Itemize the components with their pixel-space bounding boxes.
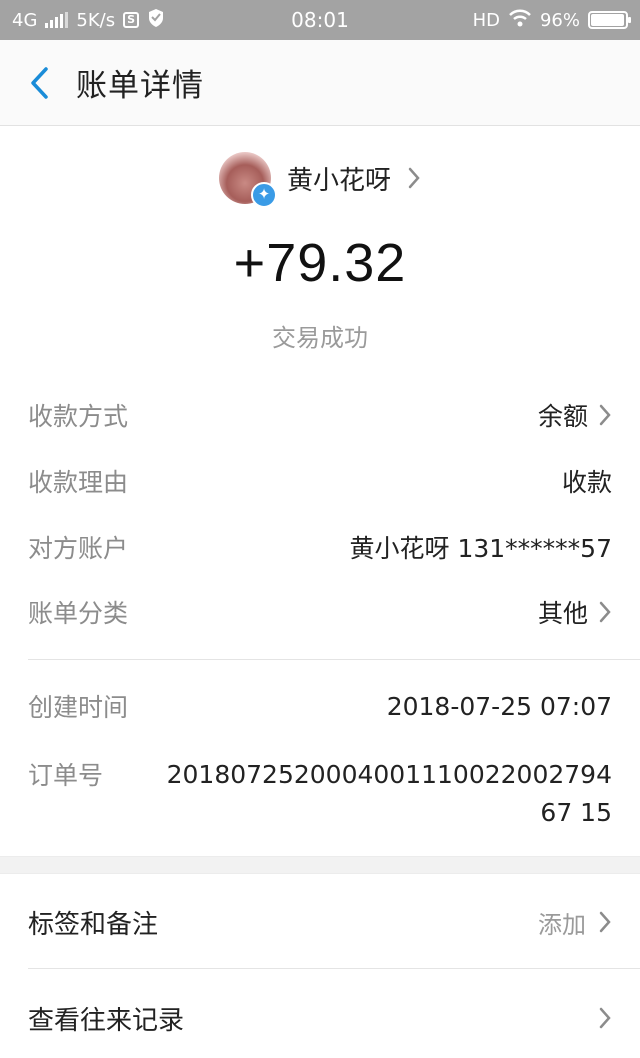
- status-bar: 4G 5K/s S 08:01 HD 96%: [0, 0, 640, 40]
- divider: [28, 968, 640, 969]
- chevron-left-icon: [31, 66, 48, 99]
- chevron-right-icon: [599, 1007, 611, 1029]
- detail-label: 创建时间: [28, 693, 129, 722]
- history-row[interactable]: 查看往来记录: [28, 993, 612, 1043]
- section-gap: [0, 856, 640, 874]
- order-number-value: 201807252000400111002200279467 15: [166, 760, 612, 827]
- transaction-status: 交易成功: [272, 324, 368, 352]
- detail-row-created-time: 创建时间 2018-07-25 07:07: [28, 686, 612, 726]
- chevron-right-icon: [599, 601, 611, 623]
- history-label: 查看往来记录: [28, 1005, 185, 1036]
- status-left: 4G 5K/s S: [12, 8, 165, 33]
- chevron-right-icon: [599, 911, 611, 933]
- shield-icon: [147, 8, 165, 33]
- tags-notes-label: 标签和备注: [28, 909, 159, 940]
- detail-row-reason: 收款理由 收款: [28, 461, 612, 501]
- add-label: 添加: [538, 910, 586, 939]
- chevron-right-icon: [599, 404, 611, 426]
- detail-label: 收款方式: [28, 402, 129, 431]
- detail-row-payment-method[interactable]: 收款方式 余额: [28, 395, 612, 435]
- detail-value: 其他: [538, 594, 612, 630]
- detail-label: 订单号: [28, 761, 104, 790]
- tags-notes-row[interactable]: 标签和备注 添加: [28, 897, 612, 947]
- battery-percent: 96%: [539, 9, 580, 31]
- nav-header: 账单详情: [0, 40, 640, 126]
- back-button[interactable]: [22, 66, 56, 100]
- battery-fill: [591, 14, 624, 26]
- avatar: ✦: [218, 152, 277, 208]
- detail-row-counterparty: 对方账户 黄小花呀 131******57: [28, 527, 612, 567]
- payer-name: 黄小花呀: [286, 165, 391, 196]
- detail-value: 收款: [561, 468, 612, 497]
- verified-icon: ✦: [250, 182, 277, 208]
- detail-row-category[interactable]: 账单分类 其他: [28, 592, 612, 632]
- detail-value: 2018-07-25 07:07: [386, 691, 612, 721]
- signal-icon: [45, 12, 69, 28]
- hd-indicator: HD: [472, 9, 500, 31]
- battery-icon: [588, 11, 631, 29]
- detail-value: 黄小花呀 131******57: [349, 534, 612, 563]
- network-speed: 5K/s: [76, 9, 116, 31]
- detail-label: 收款理由: [28, 468, 129, 497]
- app-notification-icon: S: [123, 12, 140, 28]
- page-title: 账单详情: [76, 68, 204, 104]
- payer-link[interactable]: ✦ 黄小花呀: [0, 150, 640, 208]
- payment-method-value: 余额: [537, 402, 588, 431]
- divider: [28, 659, 640, 660]
- history-value: [586, 1006, 612, 1030]
- network-type: 4G: [12, 9, 38, 31]
- tags-notes-value: 添加: [538, 905, 612, 940]
- chevron-right-icon: [408, 167, 420, 189]
- status-right: HD 96%: [472, 9, 631, 32]
- transaction-amount: +79.32: [233, 233, 407, 293]
- detail-value: 余额: [538, 397, 612, 433]
- detail-label: 对方账户: [28, 534, 129, 563]
- wifi-icon: [508, 9, 532, 32]
- detail-label: 账单分类: [28, 599, 129, 628]
- category-value: 其他: [537, 599, 588, 628]
